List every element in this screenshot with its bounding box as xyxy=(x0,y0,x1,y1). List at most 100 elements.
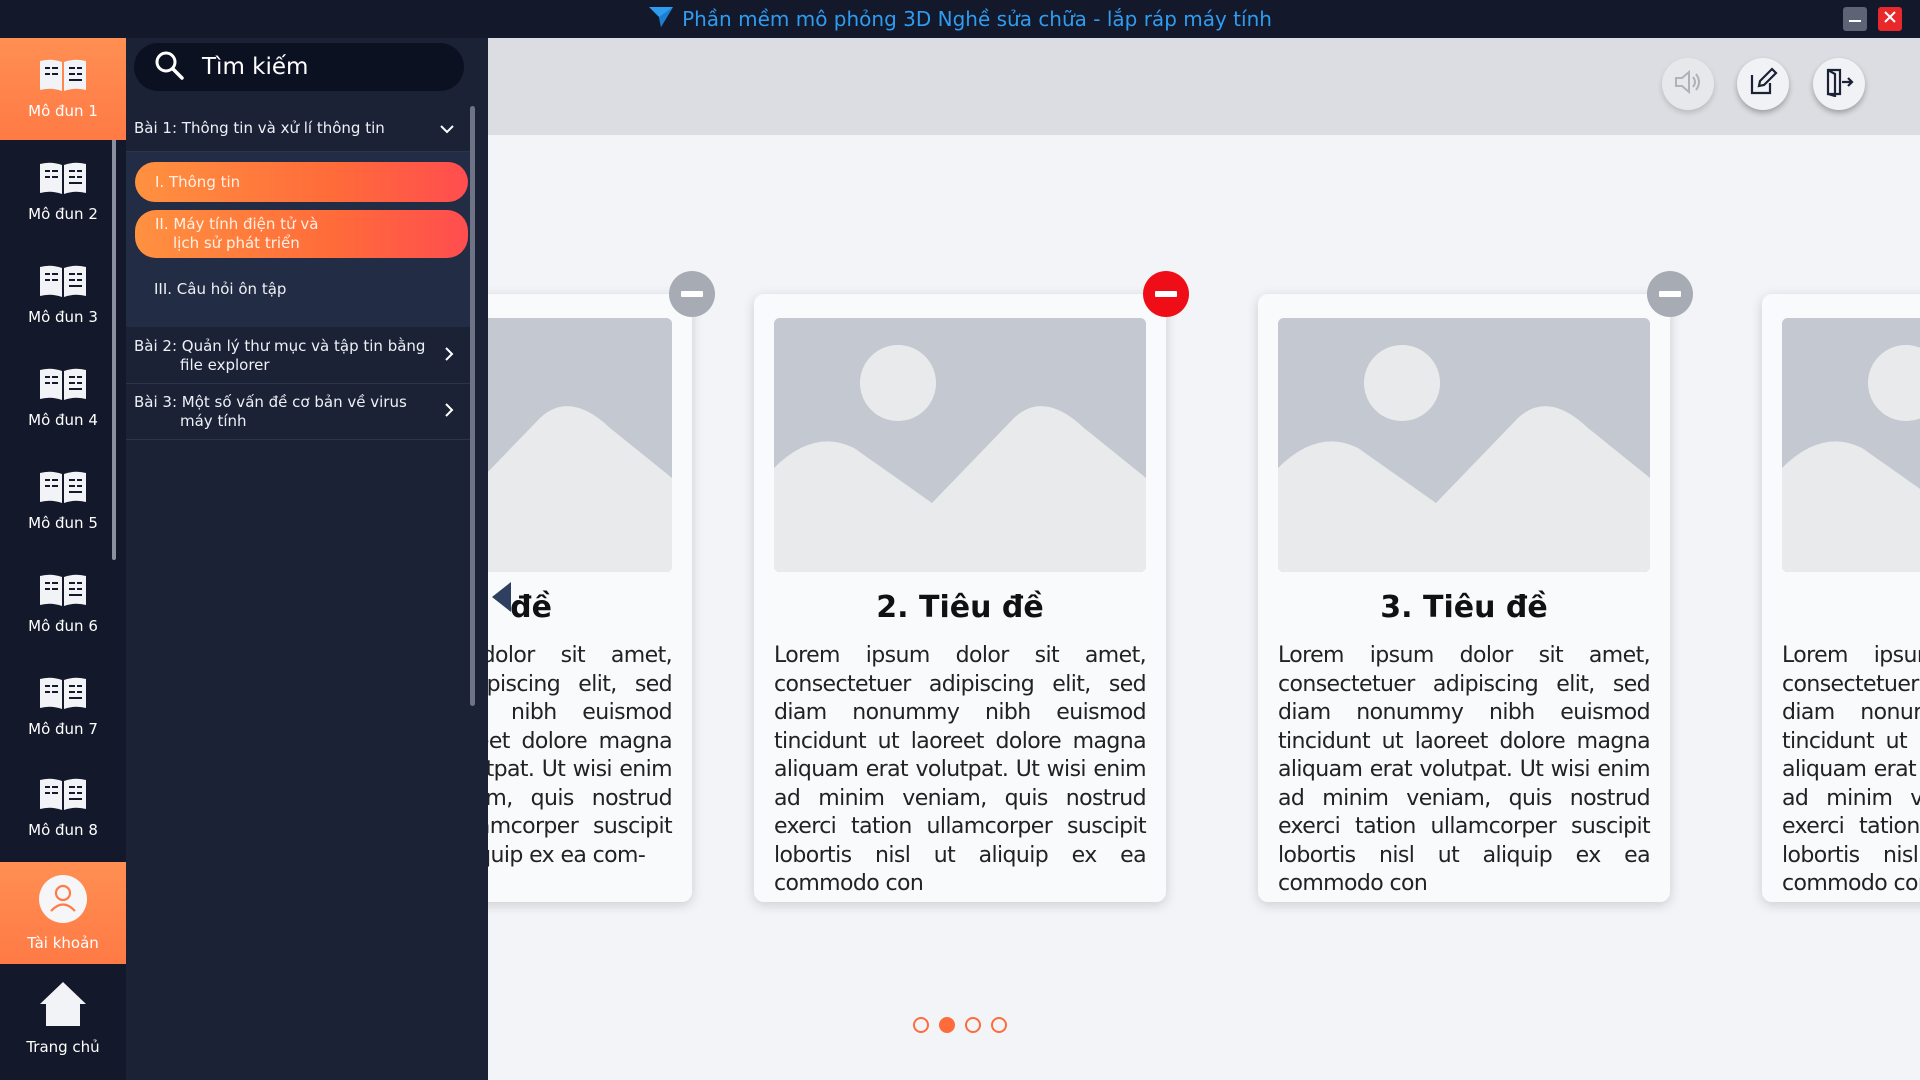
topic-card-1[interactable]: đề Lorem ipsum dolor sit amet, consectetu… xyxy=(488,271,715,902)
rail-item-label: Trang chủ xyxy=(26,1038,100,1056)
minus-icon xyxy=(681,291,703,297)
rail-item-label: Mô đun 6 xyxy=(28,617,98,635)
home-icon xyxy=(38,980,88,1032)
lesson-title-line2: file explorer xyxy=(180,355,270,374)
card-body: Lorem ipsum dolor sit amet, consectetuer… xyxy=(488,643,673,868)
lesson-title: Bài 1: Thông tin và xử lí thông tin xyxy=(134,119,385,137)
lesson-title: Bài 3: Một số vấn đề cơ bản về virus máy… xyxy=(134,393,407,431)
carousel-prev-arrow-icon[interactable] xyxy=(492,582,511,612)
search-box[interactable]: Tìm kiếm xyxy=(134,43,464,91)
user-icon xyxy=(38,874,88,928)
lesson-1-subitems: I. Thông tin II. Máy tính điện tử và lịc… xyxy=(126,152,470,327)
close-icon xyxy=(1883,10,1897,29)
subitem-label: II. Máy tính điện tử và xyxy=(155,215,319,233)
image-placeholder-icon xyxy=(1782,318,1920,572)
image-placeholder-icon xyxy=(488,318,672,572)
rail-item-module-6[interactable]: Mô đun 6 xyxy=(0,553,126,655)
minus-icon xyxy=(1659,291,1681,297)
pagination-dot-3[interactable] xyxy=(965,1017,981,1033)
image-placeholder-icon xyxy=(1278,318,1650,572)
subitem-cau-hoi-on-tap[interactable]: III. Câu hỏi ôn tập xyxy=(154,280,286,298)
search-input[interactable]: Tìm kiếm xyxy=(202,54,308,80)
rail-item-label: Mô đun 1 xyxy=(28,102,98,120)
lesson-item-2[interactable]: Bài 2: Quản lý thư mục và tập tin bằng f… xyxy=(126,328,470,384)
pagination-dot-4[interactable] xyxy=(991,1017,1007,1033)
subitem-label-line2: lịch sử phát triển xyxy=(173,234,300,252)
book-icon xyxy=(39,161,87,199)
lesson-item-1[interactable]: Bài 1: Thông tin và xử lí thông tin xyxy=(126,106,470,152)
topic-card-2[interactable]: 2. Tiêu đề Lorem ipsum dolor sit amet, co… xyxy=(754,271,1189,902)
subitem-label: I. Thông tin xyxy=(155,172,241,191)
subitem-may-tinh-dien-tu[interactable]: II. Máy tính điện tử và lịch sử phát tri… xyxy=(135,210,468,258)
main-content: đề Lorem ipsum dolor sit amet, consectetu… xyxy=(488,38,1920,1080)
book-icon xyxy=(39,367,87,405)
exit-button[interactable] xyxy=(1813,58,1865,110)
book-icon xyxy=(39,573,87,611)
rail-item-module-3[interactable]: Mô đun 3 xyxy=(0,244,126,346)
book-icon xyxy=(39,58,87,96)
panel-scrollbar[interactable] xyxy=(470,106,475,706)
rail-item-home[interactable]: Trang chủ xyxy=(0,964,126,1072)
topic-card-3[interactable]: 3. Tiêu đề Lorem ipsum dolor sit amet, co… xyxy=(1258,271,1693,902)
rail-item-module-1[interactable]: Mô đun 1 xyxy=(0,38,126,140)
card-title: đề xyxy=(510,590,552,625)
rail-item-label: Tài khoản xyxy=(27,934,99,952)
card-body: Lorem ipsum dolor sit amet, consectetuer… xyxy=(774,643,1147,896)
speaker-icon xyxy=(1673,68,1703,101)
rail-item-module-8[interactable]: Mô đun 8 xyxy=(0,757,126,859)
subitem-label: III. Câu hỏi ôn tập xyxy=(154,280,287,298)
card-title: 3. Tiêu đề xyxy=(1380,590,1548,625)
title-bar: Phần mềm mô phỏng 3D Nghề sửa chữa - lắp… xyxy=(0,0,1920,38)
card-remove-button[interactable] xyxy=(1143,271,1189,317)
rail-item-module-7[interactable]: Mô đun 7 xyxy=(0,656,126,758)
card-title: 4. xyxy=(1762,590,1920,625)
rail-item-module-4[interactable]: Mô đun 4 xyxy=(0,347,126,449)
card-remove-button[interactable] xyxy=(669,271,715,317)
minus-icon xyxy=(1155,291,1177,297)
card-remove-button[interactable] xyxy=(1647,271,1693,317)
module-rail: Mô đun 1 Mô đun 2 Mô đun 3 Mô đun 4 Mô đun 5… xyxy=(0,38,126,1080)
rail-item-label: Mô đun 5 xyxy=(28,514,98,532)
book-icon xyxy=(39,470,87,508)
chevron-right-icon xyxy=(444,346,454,365)
exit-door-icon xyxy=(1824,67,1854,102)
lesson-title: Bài 2: Quản lý thư mục và tập tin bằng f… xyxy=(134,337,425,375)
close-window-button[interactable] xyxy=(1878,7,1902,31)
chevron-right-icon xyxy=(444,402,454,421)
card-body: Lorem ipsum dolor sit amet, consectetuer… xyxy=(1278,643,1651,896)
chevron-down-icon xyxy=(440,120,454,138)
edit-button[interactable] xyxy=(1737,58,1789,110)
rail-item-label: Mô đun 8 xyxy=(28,821,98,839)
pagination-dot-2[interactable] xyxy=(939,1017,955,1033)
book-icon xyxy=(39,264,87,302)
rail-item-label: Mô đun 2 xyxy=(28,205,98,223)
minimize-button[interactable] xyxy=(1843,7,1867,31)
image-placeholder-icon xyxy=(774,318,1146,572)
sound-button[interactable] xyxy=(1662,58,1714,110)
pagination-dot-1[interactable] xyxy=(913,1017,929,1033)
rail-item-label: Mô đun 4 xyxy=(28,411,98,429)
rail-item-label: Mô đun 3 xyxy=(28,308,98,326)
rail-item-module-5[interactable]: Mô đun 5 xyxy=(0,450,126,552)
card-body: Lorem ipsum dolor sit amet, consectetuer… xyxy=(1782,643,1920,896)
lesson-title-line1: Bài 3: Một số vấn đề cơ bản về virus xyxy=(134,392,407,411)
lesson-panel: Tìm kiếm Bài 1: Thông tin và xử lí thông… xyxy=(126,38,488,1080)
search-icon xyxy=(154,50,184,85)
carousel-pagination xyxy=(913,1017,1007,1033)
rail-item-account[interactable]: Tài khoản xyxy=(0,862,126,964)
pencil-edit-icon xyxy=(1748,66,1778,102)
minimize-icon xyxy=(1849,10,1861,28)
book-icon xyxy=(39,676,87,714)
window-title: Phần mềm mô phỏng 3D Nghề sửa chữa - lắp… xyxy=(682,7,1272,31)
card-title: 2. Tiêu đề xyxy=(876,590,1044,625)
lesson-title-line1: Bài 2: Quản lý thư mục và tập tin bằng xyxy=(134,336,426,355)
paper-plane-logo-icon xyxy=(648,5,674,34)
lesson-item-3[interactable]: Bài 3: Một số vấn đề cơ bản về virus máy… xyxy=(126,384,470,440)
topic-card-4[interactable]: 4. Lorem ipsum dolor sit amet, consectetu… xyxy=(1762,294,1920,902)
rail-item-label: Mô đun 7 xyxy=(28,720,98,738)
rail-item-module-2[interactable]: Mô đun 2 xyxy=(0,141,126,243)
top-toolbar xyxy=(488,38,1920,135)
book-icon xyxy=(39,777,87,815)
lesson-title-line2: máy tính xyxy=(180,411,247,430)
subitem-thong-tin[interactable]: I. Thông tin xyxy=(135,162,468,202)
